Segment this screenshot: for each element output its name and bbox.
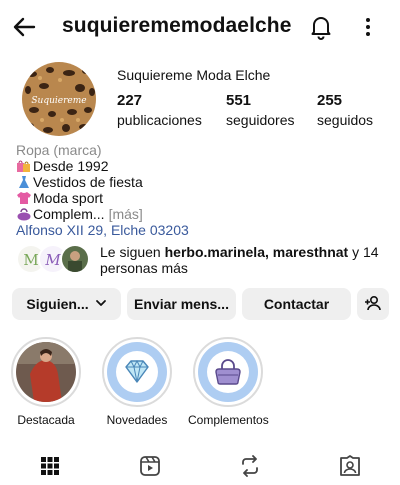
contact-button[interactable]: Contactar — [242, 288, 351, 320]
profile-avatar[interactable]: Suquiereme — [22, 62, 96, 136]
following-button[interactable]: Siguien... — [12, 288, 121, 320]
more-vertical-icon[interactable] — [358, 14, 378, 40]
highlight-label: Destacada — [17, 413, 75, 427]
bio-line: Complem... [más] — [16, 206, 386, 222]
bio: Ropa (marca) Desde 1992 Vestidos de fies… — [16, 142, 386, 238]
bio-line-text: Desde 1992 — [33, 158, 109, 174]
grid-icon[interactable] — [38, 454, 62, 478]
chevron-down-icon — [95, 296, 107, 312]
tagged-icon[interactable] — [338, 454, 362, 478]
highlight-ring — [102, 337, 172, 407]
bell-icon[interactable] — [308, 14, 334, 40]
shopping-bags-emoji-icon — [16, 159, 32, 173]
followers-label: seguidores — [226, 112, 295, 128]
reels-icon[interactable] — [138, 454, 162, 478]
stat-followers[interactable]: 551 seguidores — [226, 92, 295, 128]
following-button-label: Siguien... — [26, 296, 89, 312]
stat-following[interactable]: 255 seguidos — [317, 92, 373, 128]
repost-icon[interactable] — [238, 454, 262, 478]
highlight-ring — [193, 337, 263, 407]
dress-emoji-icon — [16, 175, 32, 189]
message-button-label: Enviar mens... — [134, 296, 229, 312]
followed-prefix: Le siguen — [100, 244, 165, 260]
following-count: 255 — [317, 92, 343, 109]
highlight-ring — [11, 337, 81, 407]
profile-username: suquierememodaelche — [62, 14, 292, 37]
posts-label: publicaciones — [117, 112, 202, 128]
add-user-icon — [364, 294, 382, 315]
display-name: Suquiereme Moda Elche — [117, 67, 271, 83]
contact-button-label: Contactar — [263, 296, 330, 312]
highlight-photo-thumbnail — [16, 342, 76, 402]
add-user-button[interactable] — [357, 288, 389, 320]
bio-address-link[interactable]: Alfonso XII 29, Elche 03203 — [16, 222, 386, 238]
avatar-logo-text: Suquiereme — [31, 96, 86, 106]
highlight-item[interactable]: Complementos — [188, 337, 269, 427]
message-button[interactable]: Enviar mens... — [127, 288, 236, 320]
bio-line-text: Complem... — [33, 206, 105, 222]
followers-count: 551 — [226, 92, 252, 109]
profile-tabs — [0, 448, 400, 484]
bio-line: Desde 1992 — [16, 158, 386, 174]
followed-by-text: Le siguen herbo.marinela, maresthnat y 1… — [100, 244, 390, 276]
svg-text:M: M — [23, 251, 38, 269]
followed-by[interactable]: M M Le siguen herbo.marinela, maresthnat… — [16, 243, 386, 277]
back-arrow-icon[interactable] — [12, 14, 38, 40]
stat-posts[interactable]: 227 publicaciones — [117, 92, 202, 128]
diamond-icon — [107, 342, 167, 402]
svg-text:M: M — [44, 251, 61, 269]
top-bar: suquierememodaelche — [0, 0, 400, 56]
handbag-icon — [198, 342, 258, 402]
highlight-label: Novedades — [106, 413, 168, 427]
mutual-avatars: M M — [16, 244, 94, 274]
followed-names[interactable]: herbo.marinela, maresthnat — [165, 244, 349, 260]
highlight-label: Complementos — [188, 413, 269, 427]
following-label: seguidos — [317, 112, 374, 128]
highlight-item[interactable]: Novedades — [97, 337, 177, 427]
posts-count: 227 — [117, 92, 143, 109]
highlight-item[interactable]: Destacada — [6, 337, 86, 427]
bio-line: Vestidos de fiesta — [16, 174, 386, 190]
avatar — [60, 244, 90, 274]
bio-more-link[interactable]: [más] — [109, 206, 143, 222]
bio-line: Moda sport — [16, 190, 386, 206]
bio-line-text: Moda sport — [33, 190, 104, 206]
bio-category: Ropa (marca) — [16, 142, 102, 158]
tshirt-emoji-icon — [16, 191, 32, 205]
bio-line-text: Vestidos de fiesta — [33, 174, 143, 190]
purse-emoji-icon — [16, 207, 32, 221]
